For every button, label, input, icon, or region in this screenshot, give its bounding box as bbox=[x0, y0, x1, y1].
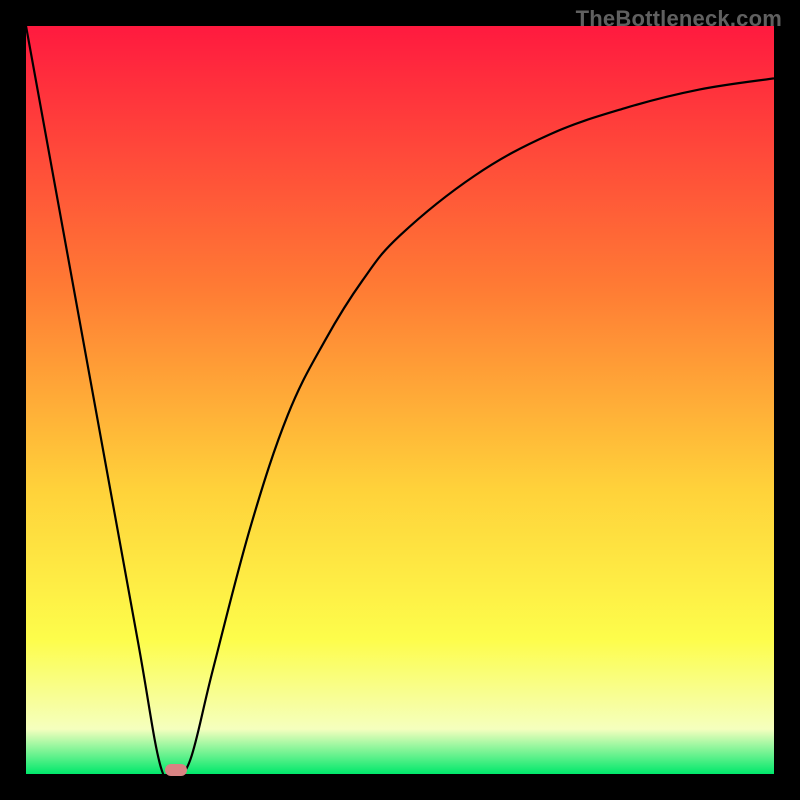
watermark-text: TheBottleneck.com bbox=[576, 6, 782, 32]
optimum-marker bbox=[165, 764, 187, 776]
plot-svg bbox=[26, 26, 774, 774]
chart-frame: TheBottleneck.com bbox=[0, 0, 800, 800]
gradient-background bbox=[26, 26, 774, 774]
plot-area bbox=[26, 26, 774, 774]
